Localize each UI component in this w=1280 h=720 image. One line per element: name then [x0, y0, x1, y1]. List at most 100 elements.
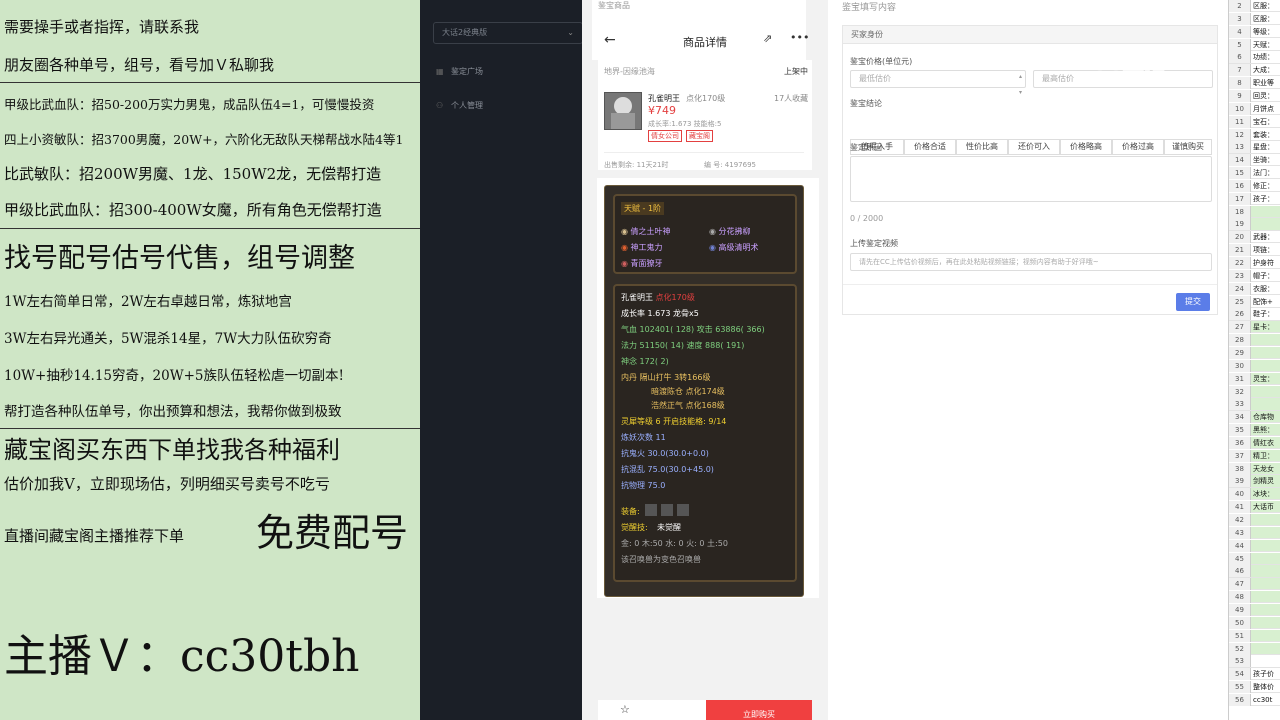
- sheet-cell[interactable]: 孩子价: [1253, 668, 1274, 680]
- sheet-row[interactable]: 12 套装：: [1229, 128, 1280, 141]
- sheet-row[interactable]: 11 宝石：: [1229, 115, 1280, 128]
- sheet-row[interactable]: 31 灵宝：: [1229, 372, 1280, 385]
- sheet-cell[interactable]: 区服：: [1253, 13, 1274, 25]
- sheet-row[interactable]: 34 仓库物: [1229, 411, 1280, 424]
- sheet-cell[interactable]: 职业等: [1253, 77, 1274, 89]
- sheet-row[interactable]: 37 精卫：: [1229, 449, 1280, 462]
- more-icon[interactable]: •••: [790, 31, 809, 44]
- share-icon[interactable]: ⇗: [763, 32, 772, 45]
- sheet-row[interactable]: 48: [1229, 591, 1280, 604]
- sheet-row[interactable]: 50: [1229, 616, 1280, 629]
- sheet-row[interactable]: 23 帽子：: [1229, 269, 1280, 283]
- buy-button[interactable]: 立即购买: [706, 700, 812, 720]
- option-button[interactable]: 谨慎购买: [1164, 139, 1212, 155]
- option-button[interactable]: 性价比高: [956, 139, 1008, 155]
- sheet-row[interactable]: 38 天龙女: [1229, 462, 1280, 475]
- sheet-row[interactable]: 46: [1229, 565, 1280, 578]
- sheet-row[interactable]: 10 月饼点: [1229, 102, 1280, 115]
- sheet-cell[interactable]: 整体价: [1253, 681, 1274, 693]
- sheet-row[interactable]: 2 区服：: [1229, 0, 1280, 13]
- sheet-row[interactable]: 39 剑精灵: [1229, 475, 1280, 488]
- sheet-cell[interactable]: 倩红衣: [1253, 437, 1274, 449]
- sheet-cell[interactable]: 精卫：: [1253, 450, 1274, 462]
- sheet-row[interactable]: 14 坐骑：: [1229, 154, 1280, 167]
- sheet-cell[interactable]: 冰块：: [1253, 488, 1274, 500]
- sheet-row[interactable]: 13 星盘：: [1229, 141, 1280, 154]
- sheet-row[interactable]: 40 冰块：: [1229, 488, 1280, 501]
- sheet-row[interactable]: 47: [1229, 578, 1280, 591]
- sheet-cell[interactable]: 黑熊：: [1253, 424, 1274, 436]
- video-link-input[interactable]: 请先在CC上传估价视频后，再在此处粘贴视频链接；视频内容有助于好评哦~: [850, 253, 1212, 271]
- sheet-row[interactable]: 19: [1229, 218, 1280, 231]
- sheet-row[interactable]: 27 星卡：: [1229, 321, 1280, 334]
- max-price-input[interactable]: 最高估价: [1033, 70, 1213, 88]
- sheet-cell[interactable]: 仓库物: [1253, 411, 1274, 423]
- sheet-row[interactable]: 15 法门：: [1229, 167, 1280, 180]
- sheet-cell[interactable]: 法门：: [1253, 167, 1274, 179]
- sidebar-item-profile[interactable]: ⚇ 个人管理: [436, 100, 483, 111]
- sheet-row[interactable]: 8 职业等: [1229, 77, 1280, 90]
- sheet-row[interactable]: 56 cc30t: [1229, 693, 1280, 707]
- sheet-row[interactable]: 26 鞋子：: [1229, 308, 1280, 321]
- sheet-row[interactable]: 43: [1229, 526, 1280, 540]
- sheet-cell[interactable]: 等级：: [1253, 26, 1274, 38]
- sheet-row[interactable]: 18: [1229, 205, 1280, 218]
- sheet-row[interactable]: 54 孩子价: [1229, 668, 1280, 681]
- sheet-row[interactable]: 30: [1229, 359, 1280, 372]
- sheet-cell[interactable]: 套装：: [1253, 129, 1274, 141]
- min-price-input[interactable]: 最低估价 ▴ ▾: [850, 70, 1026, 96]
- star-icon[interactable]: ☆: [620, 703, 630, 716]
- sheet-row[interactable]: 53: [1229, 655, 1280, 668]
- sheet-cell[interactable]: 回灵：: [1253, 90, 1274, 102]
- sheet-cell[interactable]: 宝石：: [1253, 116, 1274, 128]
- sheet-row[interactable]: 17 孩子：: [1229, 192, 1280, 205]
- sheet-row[interactable]: 28: [1229, 334, 1280, 347]
- sheet-cell[interactable]: 项链：: [1253, 244, 1274, 256]
- sheet-row[interactable]: 49: [1229, 603, 1280, 617]
- sheet-row[interactable]: 35 黑熊：: [1229, 424, 1280, 437]
- sheet-row[interactable]: 33: [1229, 398, 1280, 411]
- submit-button[interactable]: 提交: [1176, 293, 1210, 311]
- sheet-row[interactable]: 5 天赋：: [1229, 38, 1280, 51]
- sheet-row[interactable]: 32: [1229, 385, 1280, 398]
- sheet-cell[interactable]: 武器：: [1253, 231, 1274, 243]
- sheet-row[interactable]: 16 修正：: [1229, 179, 1280, 193]
- sheet-cell[interactable]: 帽子：: [1253, 270, 1274, 282]
- sheet-row[interactable]: 20 武器：: [1229, 231, 1280, 244]
- sheet-cell[interactable]: 坐骑：: [1253, 154, 1274, 166]
- sheet-cell[interactable]: 功绩：: [1253, 51, 1274, 63]
- sheet-row[interactable]: 41 大话币: [1229, 501, 1280, 514]
- sheet-row[interactable]: 9 回灵：: [1229, 89, 1280, 103]
- sheet-cell[interactable]: 配饰+: [1253, 296, 1273, 308]
- sheet-cell[interactable]: 灵宝：: [1253, 373, 1274, 385]
- sheet-row[interactable]: 51: [1229, 629, 1280, 642]
- sheet-row[interactable]: 45: [1229, 552, 1280, 565]
- sheet-row[interactable]: 6 功绩：: [1229, 51, 1280, 64]
- sheet-cell[interactable]: 大话币: [1253, 501, 1274, 513]
- sheet-cell[interactable]: 星盘：: [1253, 141, 1274, 153]
- sheet-row[interactable]: 25 配饰+: [1229, 295, 1280, 308]
- stepper-icon[interactable]: ▴ ▾: [1019, 69, 1022, 101]
- reason-textarea[interactable]: [850, 156, 1212, 202]
- sheet-cell[interactable]: 大成：: [1253, 64, 1274, 76]
- sheet-cell[interactable]: 星卡：: [1253, 321, 1274, 333]
- sheet-cell[interactable]: 衣服：: [1253, 283, 1274, 295]
- sheet-row[interactable]: 7 大成：: [1229, 64, 1280, 77]
- sheet-cell[interactable]: 鞋子：: [1253, 308, 1274, 320]
- sheet-cell[interactable]: cc30t: [1253, 694, 1272, 706]
- option-button[interactable]: 价格过高: [1112, 139, 1164, 155]
- sheet-row[interactable]: 52: [1229, 642, 1280, 655]
- game-select[interactable]: 大话2经典版 ⌄: [433, 22, 583, 44]
- sheet-row[interactable]: 24 衣服：: [1229, 282, 1280, 295]
- sheet-cell[interactable]: 剑精灵: [1253, 475, 1274, 487]
- sheet-row[interactable]: 44: [1229, 539, 1280, 552]
- sheet-row[interactable]: 3 区服：: [1229, 12, 1280, 26]
- sidebar-item-plaza[interactable]: ▦ 鉴定广场: [436, 66, 483, 77]
- sheet-row[interactable]: 4 等级：: [1229, 25, 1280, 38]
- sheet-row[interactable]: 36 倩红衣: [1229, 436, 1280, 450]
- sheet-cell[interactable]: 孩子：: [1253, 193, 1274, 205]
- sheet-row[interactable]: 55 整体价: [1229, 681, 1280, 694]
- option-button[interactable]: 价格略高: [1060, 139, 1112, 155]
- sheet-cell[interactable]: 修正：: [1253, 180, 1274, 192]
- option-button[interactable]: 价格合适: [904, 139, 956, 155]
